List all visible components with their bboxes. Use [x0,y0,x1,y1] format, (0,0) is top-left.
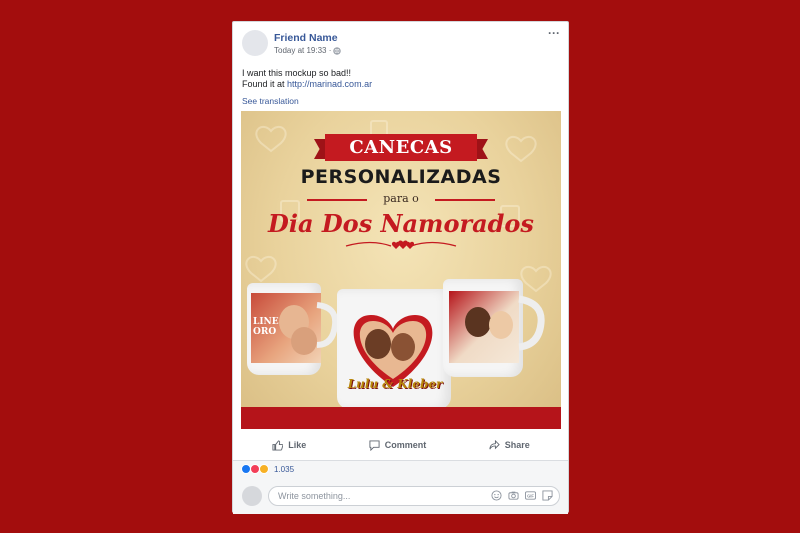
post-text-line1: I want this mockup so bad!! [242,68,352,78]
svg-text:GIF: GIF [527,494,534,499]
mug-right-handle [518,295,545,351]
mug-left-text: LINE ORO [253,317,279,337]
author-name[interactable]: Friend Name [274,32,338,44]
comment-button[interactable]: Comment [369,439,427,451]
post-link[interactable]: http://marinad.com.ar [287,79,372,89]
ad-headline: PERSONALIZADAS [300,166,502,188]
mug-left: LINE ORO [247,283,321,375]
ad-script-title: Dia Dos Namorados [268,209,534,238]
mug-right [443,279,523,377]
face-left-2 [291,327,317,355]
hearts-ornament-icon [345,240,457,249]
ad-banner: CANECAS [325,134,477,161]
gif-icon[interactable]: GIF [525,490,536,501]
commenter-avatar [242,486,262,506]
face-right-2 [489,311,513,339]
mug-left-photo: LINE ORO [251,293,321,363]
share-button[interactable]: Share [489,439,530,451]
comment-label: Comment [384,440,427,450]
comment-placeholder: Write something... [278,491,351,501]
mug-center: Lulu & Kleber [337,289,451,409]
share-icon [489,439,500,449]
wow-reaction-icon [259,464,269,474]
timestamp[interactable]: Today at 19:33 · [274,46,331,55]
globe-icon [333,46,342,55]
reaction-count[interactable]: 1.035 [274,465,294,474]
mug-center-text: Lulu & Kleber [347,377,443,391]
face-right-1 [465,307,491,337]
image-bottom-band [241,407,561,429]
like-icon [272,439,284,451]
like-label: Like [288,440,307,450]
comment-icon [369,439,380,451]
reaction-summary[interactable]: 1.035 [241,464,294,474]
post-card: Friend Name Today at 19:33 · ··· I want … [232,21,569,514]
post-meta: Today at 19:33 · [274,46,342,55]
face-center-2 [391,333,415,361]
mug-left-handle [316,302,339,348]
post-text: I want this mockup so bad!! Found it at … [242,68,372,90]
ad-subline: para o [383,192,419,205]
see-translation-link[interactable]: See translation [242,96,299,106]
comment-tools: GIF [491,490,553,501]
sticker-icon[interactable] [542,490,553,501]
post-text-line2: Found it at http://marinad.com.ar [242,79,372,90]
post-header: Friend Name Today at 19:33 · ··· [233,22,568,62]
author-avatar[interactable] [242,30,268,56]
post-image[interactable]: CANECAS PERSONALIZADAS para o Dia Dos Na… [241,111,561,429]
face-center-1 [365,329,391,359]
action-bar: Like Comment Share [241,434,561,456]
more-icon[interactable]: ··· [548,26,560,40]
like-button[interactable]: Like [272,439,307,451]
camera-icon[interactable] [508,490,519,501]
mug-right-photo [449,291,519,363]
share-label: Share [504,440,530,450]
comment-input[interactable]: Write something... GIF [268,486,560,506]
post-text-prefix: Found it at [242,79,288,89]
emoji-icon[interactable] [491,490,502,501]
